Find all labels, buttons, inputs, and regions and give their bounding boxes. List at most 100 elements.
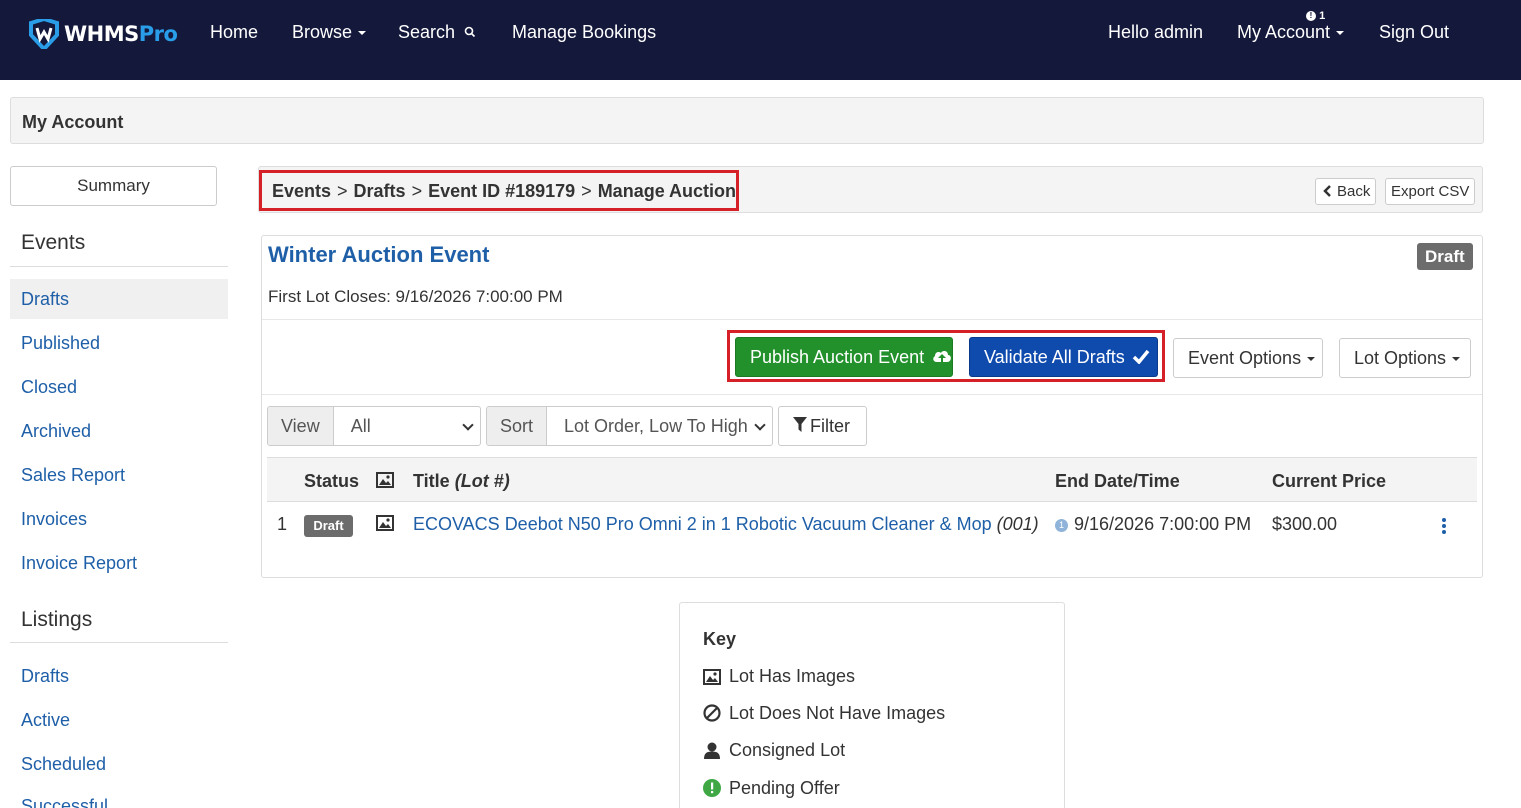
sidebar-item-published[interactable]: Published <box>10 323 228 363</box>
image-icon <box>376 515 394 531</box>
user-icon <box>704 742 720 759</box>
image-icon <box>376 472 394 488</box>
page-title: My Account <box>22 112 124 132</box>
breadcrumb-event-id[interactable]: Event ID #189179 <box>428 181 575 201</box>
export-csv-button[interactable]: Export CSV <box>1385 178 1476 205</box>
nav-hello-user[interactable]: Hello admin <box>1108 22 1203 46</box>
key-item-no-images: Lot Does Not Have Images <box>703 703 945 724</box>
view-label: View <box>268 407 334 445</box>
image-icon <box>703 669 721 685</box>
sort-select-value: Lot Order, Low To High <box>564 416 748 436</box>
status-badge: Draft <box>304 515 353 537</box>
breadcrumb-manage-auction: Manage Auction <box>597 181 737 201</box>
back-button[interactable]: Back <box>1315 178 1377 205</box>
sort-select[interactable]: Lot Order, Low To High <box>547 407 772 445</box>
column-header-status[interactable]: Status <box>304 471 359 492</box>
check-icon <box>1132 349 1150 365</box>
key-label: Pending Offer <box>729 778 840 798</box>
nav-my-account[interactable]: My Account <box>1237 22 1345 46</box>
column-header-title[interactable]: Title (Lot #) <box>413 471 510 492</box>
nav-browse[interactable]: Browse <box>292 22 367 46</box>
breadcrumb-separator: > <box>581 181 592 201</box>
sidebar-item-invoices[interactable]: Invoices <box>10 499 228 539</box>
sidebar-item-archived[interactable]: Archived <box>10 411 228 451</box>
event-options-dropdown[interactable]: Event Options <box>1173 338 1323 378</box>
sidebar-item-listing-drafts[interactable]: Drafts <box>10 656 228 696</box>
lot-title-link[interactable]: ECOVACS Deebot N50 Pro Omni 2 in 1 Robot… <box>413 514 1039 535</box>
sidebar-item-invoice-report[interactable]: Invoice Report <box>10 543 228 583</box>
key-item-pending-offer: Pending Offer <box>703 778 840 799</box>
filter-button[interactable]: Filter <box>778 406 867 446</box>
ban-icon <box>703 704 721 722</box>
more-options-icon[interactable] <box>1441 518 1447 534</box>
caret-down-icon <box>358 31 367 36</box>
first-lot-closes: First Lot Closes: 9/16/2026 7:00:00 PM <box>268 287 563 306</box>
sidebar-item-sales-report[interactable]: Sales Report <box>10 455 228 495</box>
key-item-consigned: Consigned Lot <box>703 740 845 761</box>
lot-title: ECOVACS Deebot N50 Pro Omni 2 in 1 Robot… <box>413 514 992 534</box>
divider <box>262 319 1482 320</box>
account-header: My Account <box>10 97 1484 144</box>
chevron-down-icon <box>462 419 474 431</box>
cloud-upload-icon <box>933 350 952 364</box>
validate-all-drafts-button[interactable]: Validate All Drafts <box>969 337 1158 377</box>
sidebar-item-event-drafts[interactable]: Drafts <box>10 279 228 319</box>
key-label: Lot Does Not Have Images <box>729 703 946 723</box>
sidebar-item-scheduled[interactable]: Scheduled <box>10 744 228 784</box>
sidebar-item-active[interactable]: Active <box>10 700 228 740</box>
chevron-down-icon <box>754 419 766 431</box>
pending-offer-icon <box>703 779 721 797</box>
title-header-label: Title <box>413 471 450 491</box>
top-navbar: WHMS Pro Home Browse Search Manage Bookin… <box>0 0 1521 80</box>
view-select[interactable]: All <box>334 407 480 445</box>
publish-auction-event-button[interactable]: Publish Auction Event <box>735 337 953 377</box>
notification-badge[interactable]: ! 1 <box>1306 10 1325 22</box>
search-icon <box>464 26 476 38</box>
nav-search[interactable]: Search <box>398 22 476 46</box>
validate-button-label: Validate All Drafts <box>984 347 1125 367</box>
breadcrumb-drafts[interactable]: Drafts <box>354 181 406 201</box>
breadcrumb-events[interactable]: Events <box>272 181 331 201</box>
publish-button-label: Publish Auction Event <box>750 347 925 367</box>
key-item-has-images: Lot Has Images <box>703 666 855 687</box>
divider <box>10 266 228 267</box>
status-badge: Draft <box>1417 243 1473 270</box>
view-select-value: All <box>350 416 371 436</box>
end-date-cell: 1 9/16/2026 7:00:00 PM <box>1055 514 1251 535</box>
column-header-current-price[interactable]: Current Price <box>1272 471 1386 492</box>
lot-number-header: (Lot #) <box>454 471 510 491</box>
divider <box>10 642 228 643</box>
filter-button-label: Filter <box>810 416 850 436</box>
nav-manage-bookings[interactable]: Manage Bookings <box>512 22 656 46</box>
breadcrumb-separator: > <box>337 181 348 201</box>
info-icon[interactable]: 1 <box>1055 519 1068 532</box>
caret-down-icon <box>1452 357 1461 362</box>
key-title: Key <box>703 629 737 649</box>
sidebar-item-closed[interactable]: Closed <box>10 367 228 407</box>
notification-count: 1 <box>1319 10 1326 22</box>
event-title[interactable]: Winter Auction Event <box>268 242 489 268</box>
event-options-label: Event Options <box>1188 348 1302 368</box>
whmspro-logo[interactable]: WHMS Pro <box>28 18 178 50</box>
funnel-icon <box>793 417 807 432</box>
breadcrumb-separator: > <box>411 181 423 201</box>
key-label: Lot Has Images <box>729 666 856 686</box>
lot-options-dropdown[interactable]: Lot Options <box>1339 338 1471 378</box>
nav-home[interactable]: Home <box>210 22 258 46</box>
sidebar-heading-listings: Listings <box>21 608 93 631</box>
sort-label: Sort <box>487 407 548 445</box>
lot-options-label: Lot Options <box>1354 348 1447 368</box>
logo-text: WHMS <box>64 22 139 46</box>
nav-sign-out[interactable]: Sign Out <box>1379 22 1449 46</box>
breadcrumb: Events > Drafts > Event ID #189179 > Manage Au… <box>272 181 736 202</box>
chevron-left-icon <box>1323 185 1331 197</box>
end-date-value: 9/16/2026 7:00:00 PM <box>1074 514 1252 534</box>
row-number: 1 <box>277 514 288 534</box>
column-header-end-date[interactable]: End Date/Time <box>1055 471 1180 492</box>
nav-my-account-label: My Account <box>1237 22 1331 42</box>
view-filter-group: View All <box>267 406 481 446</box>
sidebar-item-successful[interactable]: Successful <box>10 786 228 808</box>
summary-button[interactable]: Summary <box>10 166 217 206</box>
sidebar-heading-events: Events <box>21 231 86 254</box>
caret-down-icon <box>1307 357 1316 362</box>
